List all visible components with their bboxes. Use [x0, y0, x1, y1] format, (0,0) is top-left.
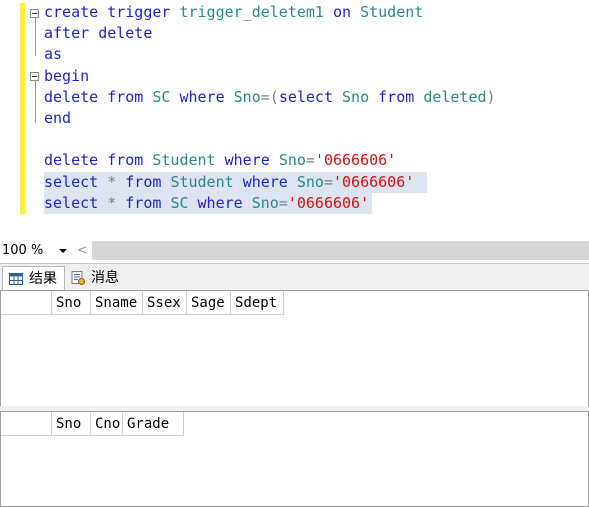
- zoom-select[interactable]: 100 %: [0, 241, 71, 260]
- collapse-create-trigger-icon[interactable]: [30, 9, 39, 18]
- editor-status-row: 100 % <: [0, 240, 589, 261]
- code-token: end: [44, 109, 72, 127]
- code-token: from: [107, 87, 153, 106]
- column-header-sdept[interactable]: Sdept: [231, 291, 284, 315]
- code-token: =: [278, 193, 288, 212]
- scroll-left-button[interactable]: <: [77, 243, 88, 258]
- code-token: from: [125, 193, 171, 212]
- code-token: select: [44, 193, 108, 212]
- column-header-grade[interactable]: Grade: [123, 412, 184, 436]
- code-token: Sno: [233, 87, 261, 106]
- code-token: '0666606': [314, 151, 397, 170]
- code-token: =: [305, 151, 315, 170]
- row-header-corner[interactable]: [1, 291, 52, 315]
- code-token: Sno: [278, 151, 306, 170]
- code-token: =: [323, 172, 333, 191]
- code-token: deleted: [423, 87, 487, 106]
- code-token: Sno: [342, 87, 379, 106]
- code-token: *: [107, 172, 126, 191]
- tab-messages[interactable]: 消息: [65, 266, 127, 291]
- code-token: where: [242, 172, 297, 191]
- column-header-sno[interactable]: Sno: [52, 291, 91, 315]
- code-token: delete: [44, 87, 108, 106]
- sql-editor[interactable]: create trigger trigger_deletem1 on Stude…: [0, 0, 589, 240]
- column-header-sname[interactable]: Sname: [91, 291, 143, 315]
- messages-icon: [71, 271, 85, 285]
- column-header-cno[interactable]: Cno: [91, 412, 123, 436]
- tab-results[interactable]: 结果: [2, 266, 65, 291]
- code-token: SC: [152, 87, 180, 106]
- code-token: trigger_deletem1: [179, 3, 333, 21]
- code-token: begin: [44, 66, 90, 85]
- grid-icon: [9, 273, 23, 285]
- code-token: where: [179, 87, 234, 106]
- code-token: from: [125, 172, 171, 191]
- code-token: =(: [260, 87, 279, 106]
- code-token: from: [107, 151, 153, 170]
- code-token: from: [378, 87, 424, 106]
- code-token: create trigger: [44, 3, 180, 21]
- column-header-sage[interactable]: Sage: [187, 291, 231, 315]
- fold-guide-line: [35, 14, 36, 56]
- code-line[interactable]: begin: [44, 66, 89, 87]
- row-header-corner[interactable]: [1, 412, 52, 436]
- tab-results-label: 结果: [29, 271, 57, 287]
- code-token: select: [278, 87, 343, 106]
- code-line[interactable]: delete from Student where Sno='0666606': [44, 150, 396, 171]
- code-line[interactable]: create trigger trigger_deletem1 on Stude…: [44, 2, 423, 23]
- code-line[interactable]: as: [44, 44, 62, 65]
- column-header-ssex[interactable]: Ssex: [143, 291, 187, 315]
- column-header-sno[interactable]: Sno: [52, 412, 91, 436]
- code-token: '0666606': [287, 193, 370, 212]
- chevron-down-icon: [59, 249, 67, 253]
- code-token: where: [224, 151, 279, 170]
- code-token: as: [44, 45, 63, 64]
- fold-guide-line: [35, 77, 36, 123]
- code-token: Student: [360, 3, 424, 21]
- zoom-value: 100 %: [2, 243, 44, 258]
- code-token: SC: [170, 193, 198, 212]
- results-tab-bar: 结果 消息: [0, 263, 589, 291]
- code-token: after: [44, 24, 99, 43]
- code-token: *: [107, 193, 126, 212]
- code-token: Student: [152, 151, 225, 170]
- code-token: Sno: [251, 193, 279, 212]
- code-line[interactable]: select * from SC where Sno='0666606': [44, 193, 369, 214]
- code-line[interactable]: select * from Student where Sno='0666606…: [44, 172, 414, 193]
- collapse-begin-block-icon[interactable]: [30, 72, 39, 81]
- code-token: Student: [170, 172, 243, 191]
- horizontal-scrollbar[interactable]: [92, 241, 589, 260]
- change-tracking-bar: [20, 3, 25, 214]
- code-line[interactable]: delete from SC where Sno=(select Sno fro…: [44, 87, 496, 108]
- code-token: where: [197, 193, 252, 212]
- code-token: delete: [44, 151, 108, 170]
- code-line[interactable]: end: [44, 108, 71, 129]
- code-token: '0666606': [333, 172, 415, 191]
- code-line[interactable]: after delete: [44, 23, 152, 44]
- tab-messages-label: 消息: [91, 270, 119, 286]
- code-token: select: [44, 172, 108, 191]
- code-token: Sno: [296, 172, 324, 191]
- results-grid-sc[interactable]: Sno Cno Grade: [0, 411, 589, 507]
- code-token: on: [333, 3, 361, 21]
- code-token: delete: [98, 24, 153, 43]
- code-token: ): [486, 87, 496, 106]
- results-grid-student[interactable]: Sno Sname Ssex Sage Sdept: [0, 290, 589, 407]
